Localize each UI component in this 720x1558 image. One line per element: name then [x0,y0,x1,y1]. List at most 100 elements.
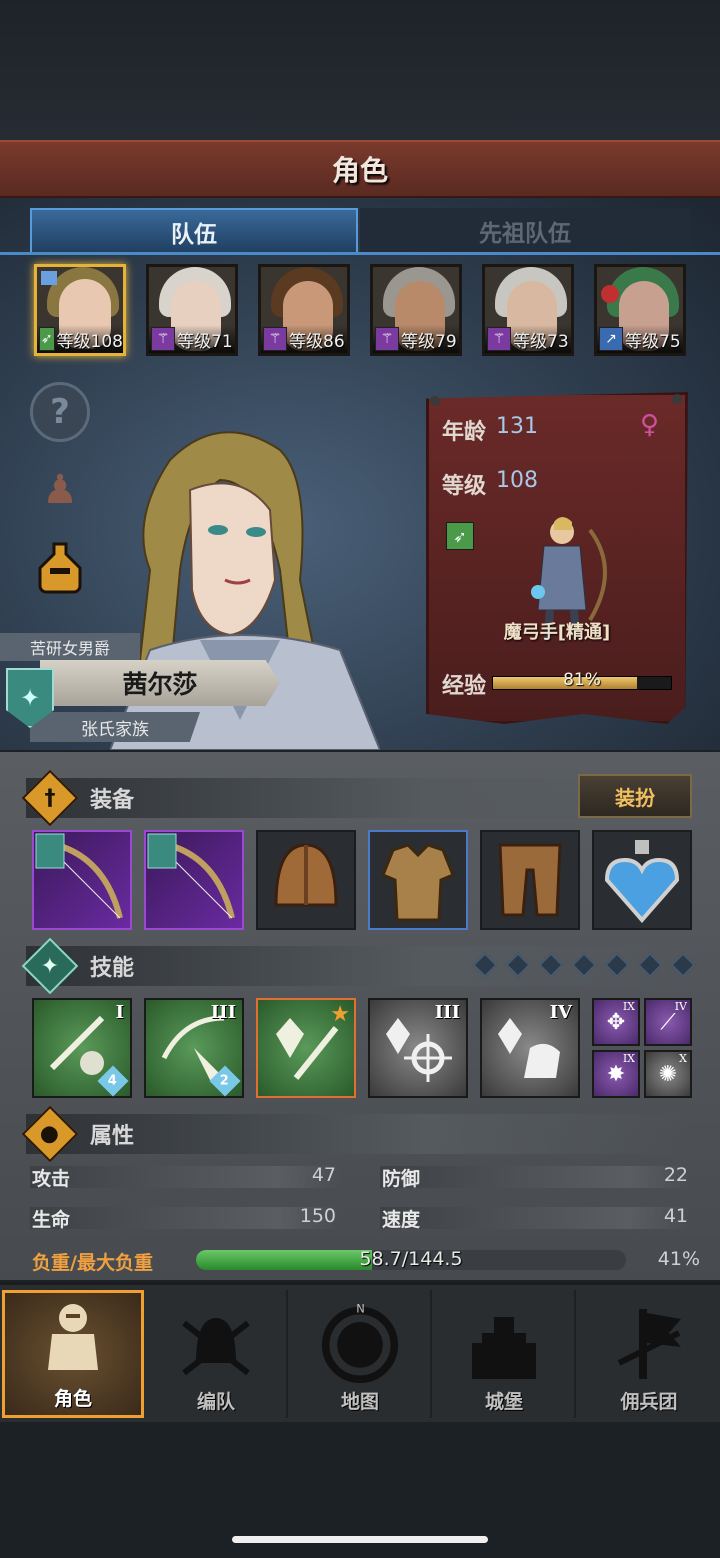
nav-castle[interactable]: 城堡 [434,1290,576,1418]
team-portrait[interactable]: ↗ 等级75 [594,264,686,356]
attributes-title: 属性 [90,1124,135,1149]
person-icon[interactable]: ♟ [30,460,90,520]
tab-underline [0,252,720,255]
level-row: ⚚ 等级73 [485,325,571,353]
weight-value: 58.7/144.5 [359,1248,463,1270]
defense-value: 22 [663,1164,688,1186]
rose-icon [601,285,619,303]
amulet-icon [604,840,680,924]
mini-skill-slot[interactable]: ✺ X [644,1050,692,1098]
page-title: 角色 [0,140,720,198]
equip-slot-legs[interactable] [480,830,580,930]
skill-rank: III [434,1002,460,1023]
help-icon[interactable]: ? [30,382,90,442]
hero-family: 张氏家族 [30,712,200,742]
equip-slot-weapon[interactable] [32,830,132,930]
equip-slot-offhand[interactable] [144,830,244,930]
knight-icon [33,1300,113,1380]
skills-title: 技能 [90,956,135,981]
dagger-class-icon: ↗ [599,327,623,351]
compass-map-icon: N [320,1302,400,1383]
home-indicator[interactable] [232,1536,488,1543]
bow-icon [147,833,235,919]
staff-class-icon: ⚚ [151,327,175,351]
skill-rank: III [210,1002,236,1023]
skill-slot[interactable]: ★ [256,998,356,1098]
nav-map[interactable]: N 地图 [290,1290,432,1418]
defense-label: 防御 [382,1168,421,1190]
level-label: 等级75 [625,331,681,352]
skill-rank: IV [674,1000,687,1013]
skill-rank: IX [622,1052,635,1065]
skill-rank: X [679,1052,687,1065]
level-row: ⚚ 等级79 [373,325,459,353]
gem-count: 4 [108,1073,118,1089]
skill-slot[interactable]: III [368,998,468,1098]
nav-label: 佣兵团 [620,1391,678,1413]
sword-icon: † [21,769,79,827]
weight-percent: 41% [657,1248,700,1270]
hero-title: 苦研女男爵 [0,633,140,661]
level-label: 等级 [442,474,487,499]
team-portrait[interactable]: ⚚ 等级73 [482,264,574,356]
burst-icon: ✸ [606,1061,626,1087]
speed-label: 速度 [382,1209,421,1231]
nav-mercenary[interactable]: 佣兵团 [578,1290,720,1418]
tab-team[interactable]: 队伍 [30,208,358,254]
castle-icon [464,1303,544,1383]
tab-ancestor-team[interactable]: 先祖队伍 [360,208,690,254]
skill-slot[interactable]: IV [480,998,580,1098]
nav-character[interactable]: 角色 [2,1290,144,1418]
level-row: ⚚ 等级86 [261,325,347,353]
boots-icon [498,843,562,917]
mini-skill-slot[interactable]: ✸ IX [592,1050,640,1098]
team-portrait[interactable]: ⚚ 等级71 [146,264,238,356]
level-label: 等级108 [56,331,123,352]
target-icon: ✥ [606,1009,626,1035]
skill-rank: I [115,1002,124,1023]
mini-skill-slot[interactable]: ✥ IX [592,998,640,1046]
team-portrait[interactable]: ⚚ 等级86 [258,264,350,356]
team-portrait[interactable]: ⚚ 等级79 [370,264,462,356]
attack-label: 攻击 [32,1168,71,1190]
hp-label: 生命 [32,1209,71,1231]
team-portrait[interactable]: ➶ 等级108 [34,264,126,356]
nav-formation[interactable]: 编队 [146,1290,288,1418]
gem-count: 2 [220,1073,230,1089]
female-icon: ♀ [640,410,660,440]
skill-rank: IV [549,1002,572,1023]
hero-name: 茜尔莎 [40,660,280,706]
costume-button[interactable]: 装扮 [578,774,692,818]
nav-label: 城堡 [484,1391,523,1413]
helmet-swords-icon [176,1303,256,1383]
equip-slot-body[interactable] [368,830,468,930]
compass-north-label: N [356,1302,365,1316]
skill-slot[interactable]: I 4 [32,998,132,1098]
nav-label: 编队 [196,1391,235,1413]
equip-slot-head[interactable] [256,830,356,930]
attributes-header: ● 属性 [21,1105,690,1163]
equipment-title: 装备 [90,788,135,813]
banner-icon [609,1303,689,1383]
exp-label: 经验 [442,674,487,699]
bow-class-icon: ➶ [446,522,474,550]
level-row: ➶ 等级108 [37,325,123,353]
level-label: 等级86 [289,331,345,352]
wand-icon: ⟋ [660,1009,676,1035]
mini-skill-slot[interactable]: ⟋ IV [644,998,692,1046]
bow-class-icon: ➶ [39,327,55,351]
potion-icon[interactable] [30,538,90,598]
star-icon: ★ [330,1002,350,1027]
equip-slot-accessory[interactable] [592,830,692,930]
attack-value: 47 [311,1164,336,1186]
staff-class-icon: ⚚ [375,327,399,351]
person-icon: ● [21,1105,79,1163]
nav-label: 角色 [53,1388,92,1410]
class-name: 魔弓手[精通] [503,622,611,643]
skill-slot[interactable]: III 2 [144,998,244,1098]
skill-rank: IX [622,1000,635,1013]
star-icon: ✦ [21,937,79,995]
level-label: 等级71 [177,331,233,352]
explosion-icon: ✺ [658,1061,678,1087]
armor-icon [381,843,455,922]
